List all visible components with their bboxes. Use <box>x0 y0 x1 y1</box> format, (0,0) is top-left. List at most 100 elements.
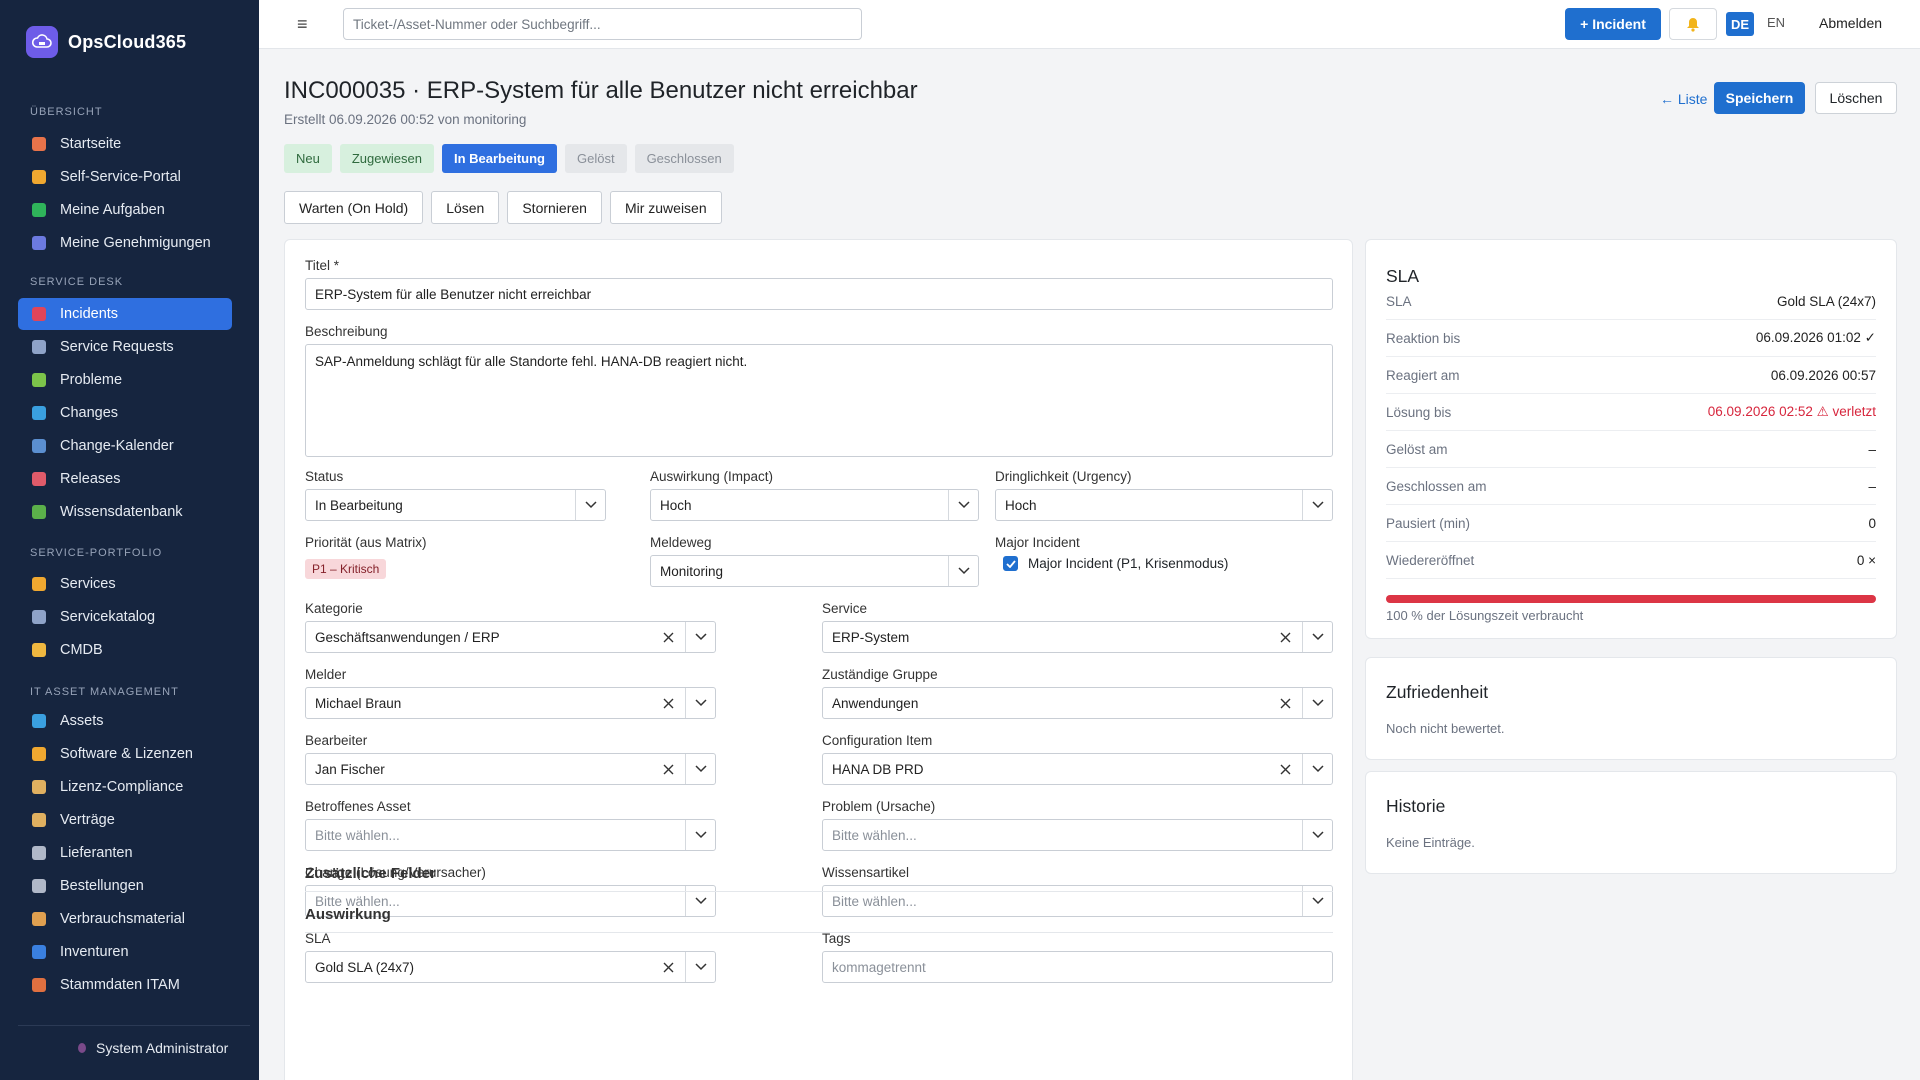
delete-button[interactable]: Löschen <box>1815 82 1897 114</box>
clear-icon[interactable] <box>657 952 679 982</box>
sidebar-item-inventuren[interactable]: Inventuren <box>18 936 232 968</box>
reporter-value: Michael Braun <box>315 695 402 711</box>
lang-de-button[interactable]: DE <box>1726 12 1754 36</box>
clear-icon[interactable] <box>657 688 679 718</box>
reporter-select[interactable]: Michael Braun <box>305 687 716 719</box>
problem-select[interactable]: Bitte wählen... <box>822 819 1333 851</box>
sidebar-item-releases[interactable]: Releases <box>18 463 232 495</box>
impact-select[interactable]: Hoch <box>650 489 979 521</box>
assign-to-me-button[interactable]: Mir zuweisen <box>609 191 722 224</box>
kb-select[interactable]: Bitte wählen... <box>822 885 1333 917</box>
assignee-select[interactable]: Jan Fischer <box>305 753 716 785</box>
sla-row-key: Geschlossen am <box>1386 478 1487 494</box>
sidebar-item-verträge[interactable]: Verträge <box>18 804 232 836</box>
sidebar-item-lieferanten[interactable]: Lieferanten <box>18 837 232 869</box>
chevron-down-icon[interactable] <box>1302 820 1332 850</box>
cancel-ticket-button[interactable]: Stornieren <box>507 191 602 224</box>
current-user[interactable]: System Administrator <box>78 1040 228 1056</box>
folder-icon <box>32 643 46 657</box>
section-service-portfolio: SERVICE-PORTFOLIO <box>30 547 163 559</box>
chevron-down-icon[interactable] <box>1302 622 1332 652</box>
chevron-down-icon[interactable] <box>685 754 715 784</box>
sidebar-item-label: Meine Aufgaben <box>60 202 165 218</box>
logout-link[interactable]: Abmelden <box>1819 15 1882 31</box>
sidebar-item-probleme[interactable]: Probleme <box>18 364 232 396</box>
sidebar-item-incidents[interactable]: Incidents <box>18 298 232 330</box>
chevron-down-icon[interactable] <box>685 622 715 652</box>
sidebar-item-verbrauchsmaterial[interactable]: Verbrauchsmaterial <box>18 903 232 935</box>
menu-toggle-icon[interactable]: ≡ <box>297 14 308 35</box>
save-button[interactable]: Speichern <box>1714 82 1805 114</box>
clear-icon[interactable] <box>657 754 679 784</box>
sla-row-value: 06.09.2026 02:52 ⚠ verletzt <box>1707 404 1876 419</box>
clear-icon[interactable] <box>657 622 679 652</box>
group-select[interactable]: Anwendungen <box>822 687 1333 719</box>
sidebar-item-servicekatalog[interactable]: Servicekatalog <box>18 601 232 633</box>
step-resolved[interactable]: Gelöst <box>564 144 627 173</box>
priority-field: Priorität (aus Matrix) P1 – Kritisch <box>305 535 606 579</box>
sla-select[interactable]: Gold SLA (24x7) <box>305 951 716 983</box>
sla-row-value: 06.09.2026 01:02 ✓ <box>1755 330 1876 345</box>
sidebar-item-meine-genehmigungen[interactable]: Meine Genehmigungen <box>18 227 232 259</box>
sidebar-item-assets[interactable]: Assets <box>18 705 232 737</box>
clear-icon[interactable] <box>1274 622 1296 652</box>
notifications-button[interactable] <box>1669 8 1717 40</box>
sidebar-item-lizenz-compliance[interactable]: Lizenz-Compliance <box>18 771 232 803</box>
urgency-select[interactable]: Hoch <box>995 489 1333 521</box>
lang-en-button[interactable]: EN <box>1767 15 1785 30</box>
step-in-progress[interactable]: In Bearbeitung <box>441 144 557 173</box>
section-overview: ÜBERSICHT <box>30 106 103 118</box>
sidebar-item-bestellungen[interactable]: Bestellungen <box>18 870 232 902</box>
clear-icon[interactable] <box>1274 754 1296 784</box>
sidebar-item-services[interactable]: Services <box>18 568 232 600</box>
back-to-list-link[interactable]: ← Liste <box>1660 91 1707 107</box>
chevron-down-icon[interactable] <box>1302 688 1332 718</box>
sidebar-item-label: Bestellungen <box>60 878 144 894</box>
sidebar-item-wissensdatenbank[interactable]: Wissensdatenbank <box>18 496 232 528</box>
title-label: Titel * <box>305 258 340 273</box>
tags-input[interactable]: kommagetrennt <box>822 951 1333 983</box>
sla-card: SLA SLA Gold SLA (24x7) Reaktion bis 06.09.… <box>1365 239 1897 639</box>
sidebar-item-self-service-portal[interactable]: Self-Service-Portal <box>18 161 232 193</box>
status-select[interactable]: In Bearbeitung <box>305 489 606 521</box>
page-title: INC000035 · ERP-System für alle Benutzer… <box>284 77 918 104</box>
major-incident-checkbox[interactable]: Major Incident (P1, Krisenmodus) <box>1003 556 1333 571</box>
books-icon <box>32 505 46 519</box>
ci-select[interactable]: HANA DB PRD <box>822 753 1333 785</box>
sidebar-item-service-requests[interactable]: Service Requests <box>18 331 232 363</box>
step-new[interactable]: Neu <box>284 144 332 173</box>
sla-row-key: Lösung bis <box>1386 404 1452 420</box>
service-field: Service ERP-System <box>822 601 1333 653</box>
chevron-down-icon[interactable] <box>685 952 715 982</box>
sidebar-item-changes[interactable]: Changes <box>18 397 232 429</box>
channel-select[interactable]: Monitoring <box>650 555 979 587</box>
sidebar-item-change-kalender[interactable]: Change-Kalender <box>18 430 232 462</box>
new-incident-button[interactable]: + Incident <box>1565 8 1661 40</box>
asset-placeholder: Bitte wählen... <box>315 827 400 843</box>
sidebar-item-meine-aufgaben[interactable]: Meine Aufgaben <box>18 194 232 226</box>
chevron-down-icon[interactable] <box>685 688 715 718</box>
chevron-down-icon[interactable] <box>1302 754 1332 784</box>
chevron-down-icon[interactable] <box>685 820 715 850</box>
resolve-button[interactable]: Lösen <box>431 191 500 224</box>
category-select[interactable]: Geschäftsanwendungen / ERP <box>305 621 716 653</box>
sidebar-item-startseite[interactable]: Startseite <box>18 128 232 160</box>
category-label: Kategorie <box>305 601 363 616</box>
service-select[interactable]: ERP-System <box>822 621 1333 653</box>
assignee-label: Bearbeiter <box>305 733 368 748</box>
sla-row-key: Reagiert am <box>1386 367 1460 383</box>
sidebar-item-software-lizenzen[interactable]: Software & Lizenzen <box>18 738 232 770</box>
title-input[interactable]: ERP-System für alle Benutzer nicht errei… <box>305 278 1333 310</box>
on-hold-button[interactable]: Warten (On Hold) <box>284 191 424 224</box>
sidebar-item-stammdaten-itam[interactable]: Stammdaten ITAM <box>18 969 232 1001</box>
sidebar-item-label: Verbrauchsmaterial <box>60 911 185 927</box>
description-textarea[interactable]: SAP-Anmeldung schlägt für alle Standorte… <box>305 344 1333 457</box>
sidebar-item-cmdb[interactable]: CMDB <box>18 634 232 666</box>
asset-select[interactable]: Bitte wählen... <box>305 819 716 851</box>
clear-icon[interactable] <box>1274 688 1296 718</box>
step-assigned[interactable]: Zugewiesen <box>339 144 434 173</box>
scale-icon <box>32 780 46 794</box>
step-closed[interactable]: Geschlossen <box>634 144 734 173</box>
search-input[interactable] <box>343 8 862 40</box>
brand[interactable]: OpsCloud365 <box>26 26 186 58</box>
